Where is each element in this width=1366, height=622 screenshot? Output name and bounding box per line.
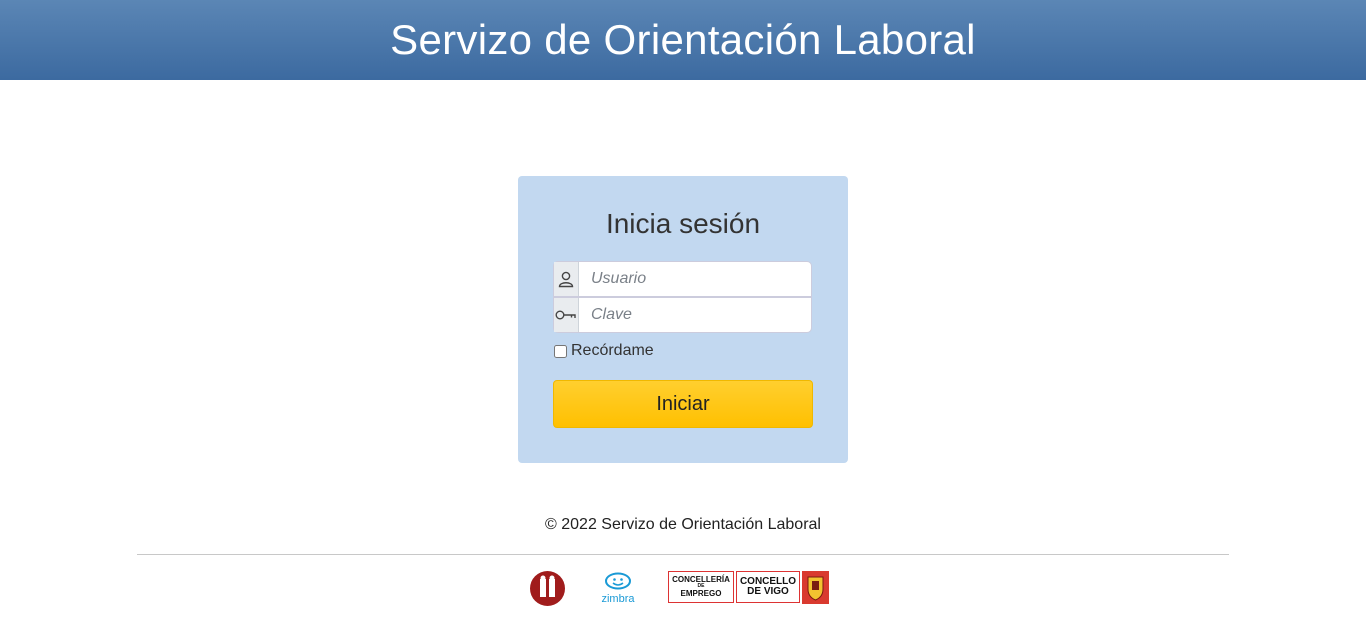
key-icon <box>554 298 579 332</box>
concelleria-emprego-logo: CONCELLERÍA DE EMPREGO <box>668 571 734 603</box>
copyright-text: © 2022 Servizo de Orientación Laboral <box>545 516 821 533</box>
zimbra-wordmark: zimbra <box>601 593 635 605</box>
login-title: Inicia sesión <box>605 208 761 239</box>
username-field-group <box>553 261 812 297</box>
page-header: Servizo de Orientación Laboral <box>0 0 1366 80</box>
password-input[interactable] <box>579 298 811 332</box>
remember-me-label: Recórdame <box>571 342 654 359</box>
footer-divider <box>137 554 1229 555</box>
zimbra-logo: zimbra <box>596 572 640 606</box>
vigo-shield-icon <box>802 571 829 604</box>
login-button[interactable]: Iniciar <box>553 380 813 428</box>
zimbra-smile-icon <box>605 572 631 590</box>
remember-me-checkbox[interactable] <box>554 344 567 358</box>
remember-me[interactable]: Recórdame <box>553 342 654 360</box>
site-title: Servizo de Orientación Laboral <box>390 16 976 63</box>
organization-logo <box>530 571 565 606</box>
partner-logos: zimbra CONCELLERÍA DE EMPREGO CONCELLO D… <box>0 570 1366 606</box>
concello-vigo-logo: CONCELLO DE VIGO <box>736 571 800 603</box>
username-input[interactable] <box>579 262 811 296</box>
password-field-group <box>553 297 812 333</box>
user-icon <box>554 262 579 296</box>
